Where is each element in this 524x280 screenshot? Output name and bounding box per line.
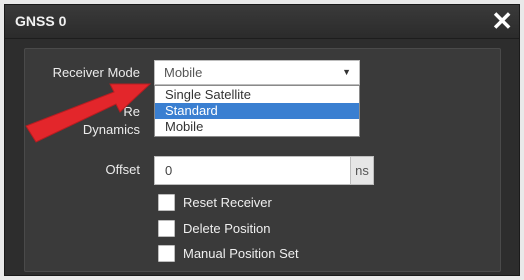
red-pointer-arrow-icon bbox=[25, 83, 152, 143]
